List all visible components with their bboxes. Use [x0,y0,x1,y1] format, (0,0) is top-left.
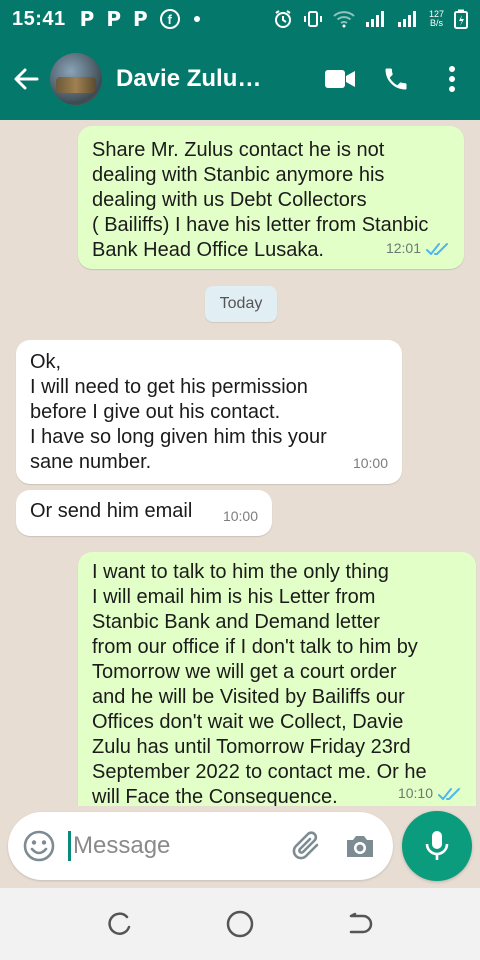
nav-recents-button[interactable] [90,894,150,954]
contact-name[interactable]: Davie Zulu… [116,65,286,93]
message-time: 10:00 [222,508,258,524]
video-call-button[interactable] [312,55,368,103]
more-vertical-icon [449,66,455,92]
signal-2-icon [397,11,416,27]
alarm-icon [274,10,291,28]
emoji-button[interactable] [10,816,68,876]
read-ticks-icon [438,787,460,800]
message-line: sane number. [30,451,152,473]
message-line: I will need to get his permission [30,376,308,398]
signal-1-icon [365,11,384,27]
network-speed-unit: B/s [429,18,443,28]
avatar[interactable] [50,53,102,105]
chat-header: Davie Zulu… [0,38,480,120]
notification-p-icon: P [106,7,121,31]
message-line: I have so long given him this your [30,426,327,448]
network-speed: 127 B/s [429,10,444,28]
system-nav-bar [0,888,480,960]
notification-p-icon: P [79,7,95,31]
message-line: Offices don't wait we Collect, Davie [92,711,404,733]
phone-icon [385,68,407,90]
voice-message-button[interactable] [402,811,472,881]
message-time: 12:01 [385,240,421,256]
home-icon [226,910,254,938]
back-button[interactable] [2,55,50,103]
camera-icon [347,836,373,857]
nav-back-icon [349,912,373,934]
message-time: 10:10 [397,785,433,801]
message-line: Ok, [30,351,62,373]
message-line: Stanbic Bank and Demand letter [92,611,380,633]
more-notifications-dot-icon [193,16,200,22]
more-options-button[interactable] [424,55,480,103]
voice-call-button[interactable] [368,55,424,103]
status-time: 15:41 [12,7,66,30]
vibrate-icon [303,11,322,27]
status-icons: 127 B/s [273,9,468,29]
message-meta: 10:00 [223,504,258,529]
nav-back-button[interactable] [330,894,390,954]
wifi-icon [333,11,355,28]
message-line: dealing with us Debt Collectors [92,189,367,211]
emoji-icon [23,830,55,862]
message-line: before I give out his contact. [30,401,281,423]
battery-icon [454,9,468,29]
recents-icon [108,912,131,935]
message-meta: 12:01 [386,236,450,261]
message-line: Zulu has until Tomorrow Friday 23rd [92,736,411,758]
back-arrow-icon [14,68,39,90]
outgoing-message[interactable]: I want to talk to him the only thing I w… [78,552,476,806]
incoming-message[interactable]: Ok, I will need to get his permission be… [16,340,402,484]
mic-icon [425,831,449,860]
message-time: 10:00 [352,455,388,471]
nav-home-button[interactable] [210,894,270,954]
chat-messages: Share Mr. Zulus contact he is not dealin… [0,120,480,806]
message-line: dealing with Stanbic anymore his [92,164,385,186]
date-separator: Today [205,286,277,322]
video-call-icon [325,70,355,88]
message-line: Tomorrow we will get a court order [92,661,397,683]
message-line: and he will be Visited by Bailiffs our [92,686,405,708]
facebook-icon: f [159,9,180,29]
status-bar: 15:41 P P P f 127 B/s [0,0,480,38]
paperclip-icon [292,831,319,860]
message-input[interactable] [68,831,258,861]
message-meta: 10:10 [398,781,462,806]
camera-button[interactable] [333,819,387,873]
incoming-message[interactable]: Or send him email 10:00 [16,490,272,536]
message-line: I want to talk to him the only thing [92,561,389,583]
outgoing-message[interactable]: Share Mr. Zulus contact he is not dealin… [78,126,464,269]
message-line: ( Bailiffs) I have his letter from Stanb… [92,214,429,236]
message-line: from our office if I don't talk to him b… [92,636,418,658]
message-meta: 10:00 [353,451,388,476]
message-line: I will email him is his Letter from [92,586,376,608]
header-actions [312,55,480,103]
message-composer [8,812,393,880]
attach-button[interactable] [279,819,333,873]
message-line: Share Mr. Zulus contact he is not [92,139,385,161]
read-ticks-icon [426,242,448,255]
notification-p-icon: P [133,7,148,31]
